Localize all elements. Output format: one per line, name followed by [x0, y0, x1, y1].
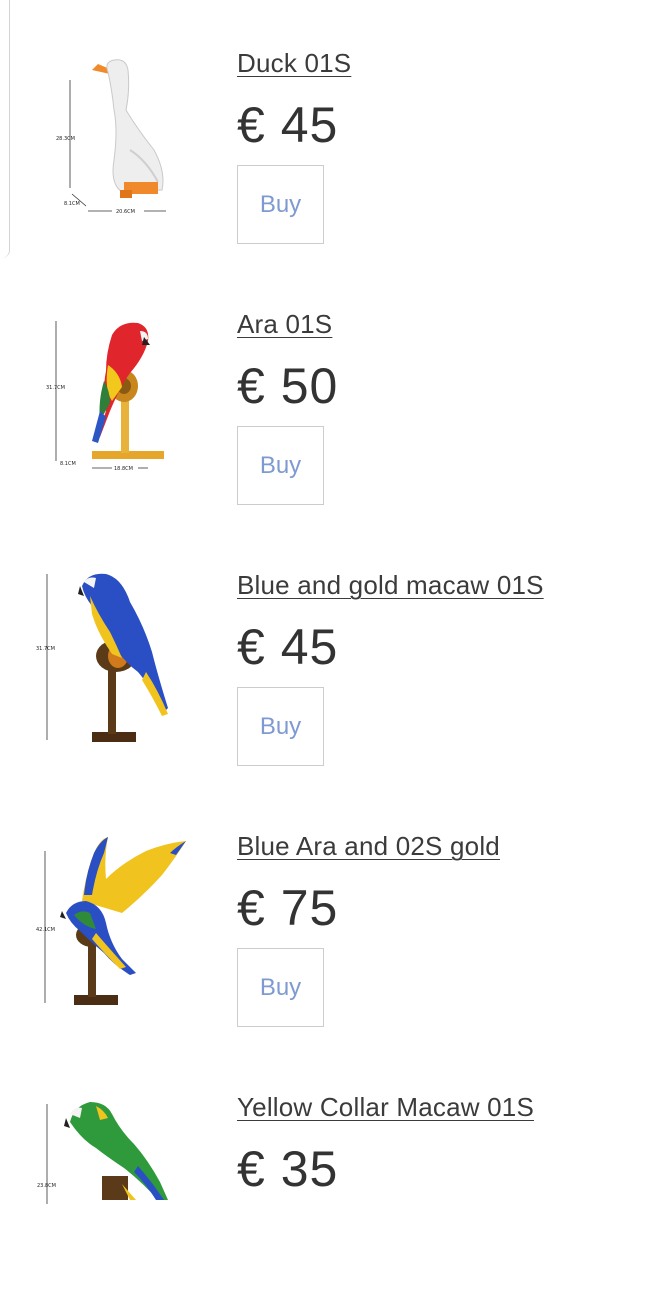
- buy-button[interactable]: Buy: [237, 165, 324, 244]
- dimension-label: 31.7CM: [36, 646, 55, 652]
- flying-macaw-figure-icon[interactable]: 42.1CM: [26, 783, 206, 1023]
- product-card: 31.7CM Blue and gold macaw 01S € 45 Buy: [0, 522, 653, 783]
- dimension-label: 8.1CM: [60, 461, 76, 467]
- product-name-link[interactable]: Yellow Collar Macaw 01S: [237, 1092, 534, 1123]
- product-name-link[interactable]: Duck 01S: [237, 48, 351, 79]
- product-card: 31.7CM 8.1CM 18.8CM Ara 01S € 50 Buy: [0, 261, 653, 522]
- dimension-label: 28.3CM: [56, 136, 75, 142]
- product-name-link[interactable]: Ara 01S: [237, 309, 332, 340]
- product-price: € 45: [237, 97, 339, 153]
- duck-figure-icon[interactable]: 28.3CM 8.1CM 20.6CM: [26, 0, 206, 240]
- buy-button[interactable]: Buy: [237, 687, 324, 766]
- product-name-link[interactable]: Blue and gold macaw 01S: [237, 570, 544, 601]
- product-card: 28.3CM 8.1CM 20.6CM Duck 01S € 45 Buy: [0, 0, 653, 261]
- product-name-link[interactable]: Blue Ara and 02S gold: [237, 831, 500, 862]
- dimension-label: 20.6CM: [116, 209, 135, 215]
- product-price: € 75: [237, 880, 339, 936]
- buy-button[interactable]: Buy: [237, 426, 324, 505]
- dimension-label: 31.7CM: [46, 385, 65, 391]
- product-card: 23.8CM Yellow Collar Macaw 01S € 35: [0, 1044, 653, 1305]
- dimension-label: 18.8CM: [114, 466, 133, 472]
- red-parrot-figure-icon[interactable]: 31.7CM 8.1CM 18.8CM: [26, 261, 206, 501]
- green-macaw-figure-icon[interactable]: 23.8CM: [26, 1044, 206, 1284]
- dimension-label: 42.1CM: [36, 927, 55, 933]
- product-card: 42.1CM Blue Ara and 02S gold € 75 Buy: [0, 783, 653, 1044]
- blue-gold-macaw-figure-icon[interactable]: 31.7CM: [26, 522, 206, 762]
- product-price: € 35: [237, 1141, 339, 1197]
- dimension-label: 8.1CM: [64, 201, 80, 207]
- dimension-label: 23.8CM: [37, 1183, 56, 1189]
- product-price: € 50: [237, 358, 339, 414]
- product-price: € 45: [237, 619, 339, 675]
- buy-button[interactable]: Buy: [237, 948, 324, 1027]
